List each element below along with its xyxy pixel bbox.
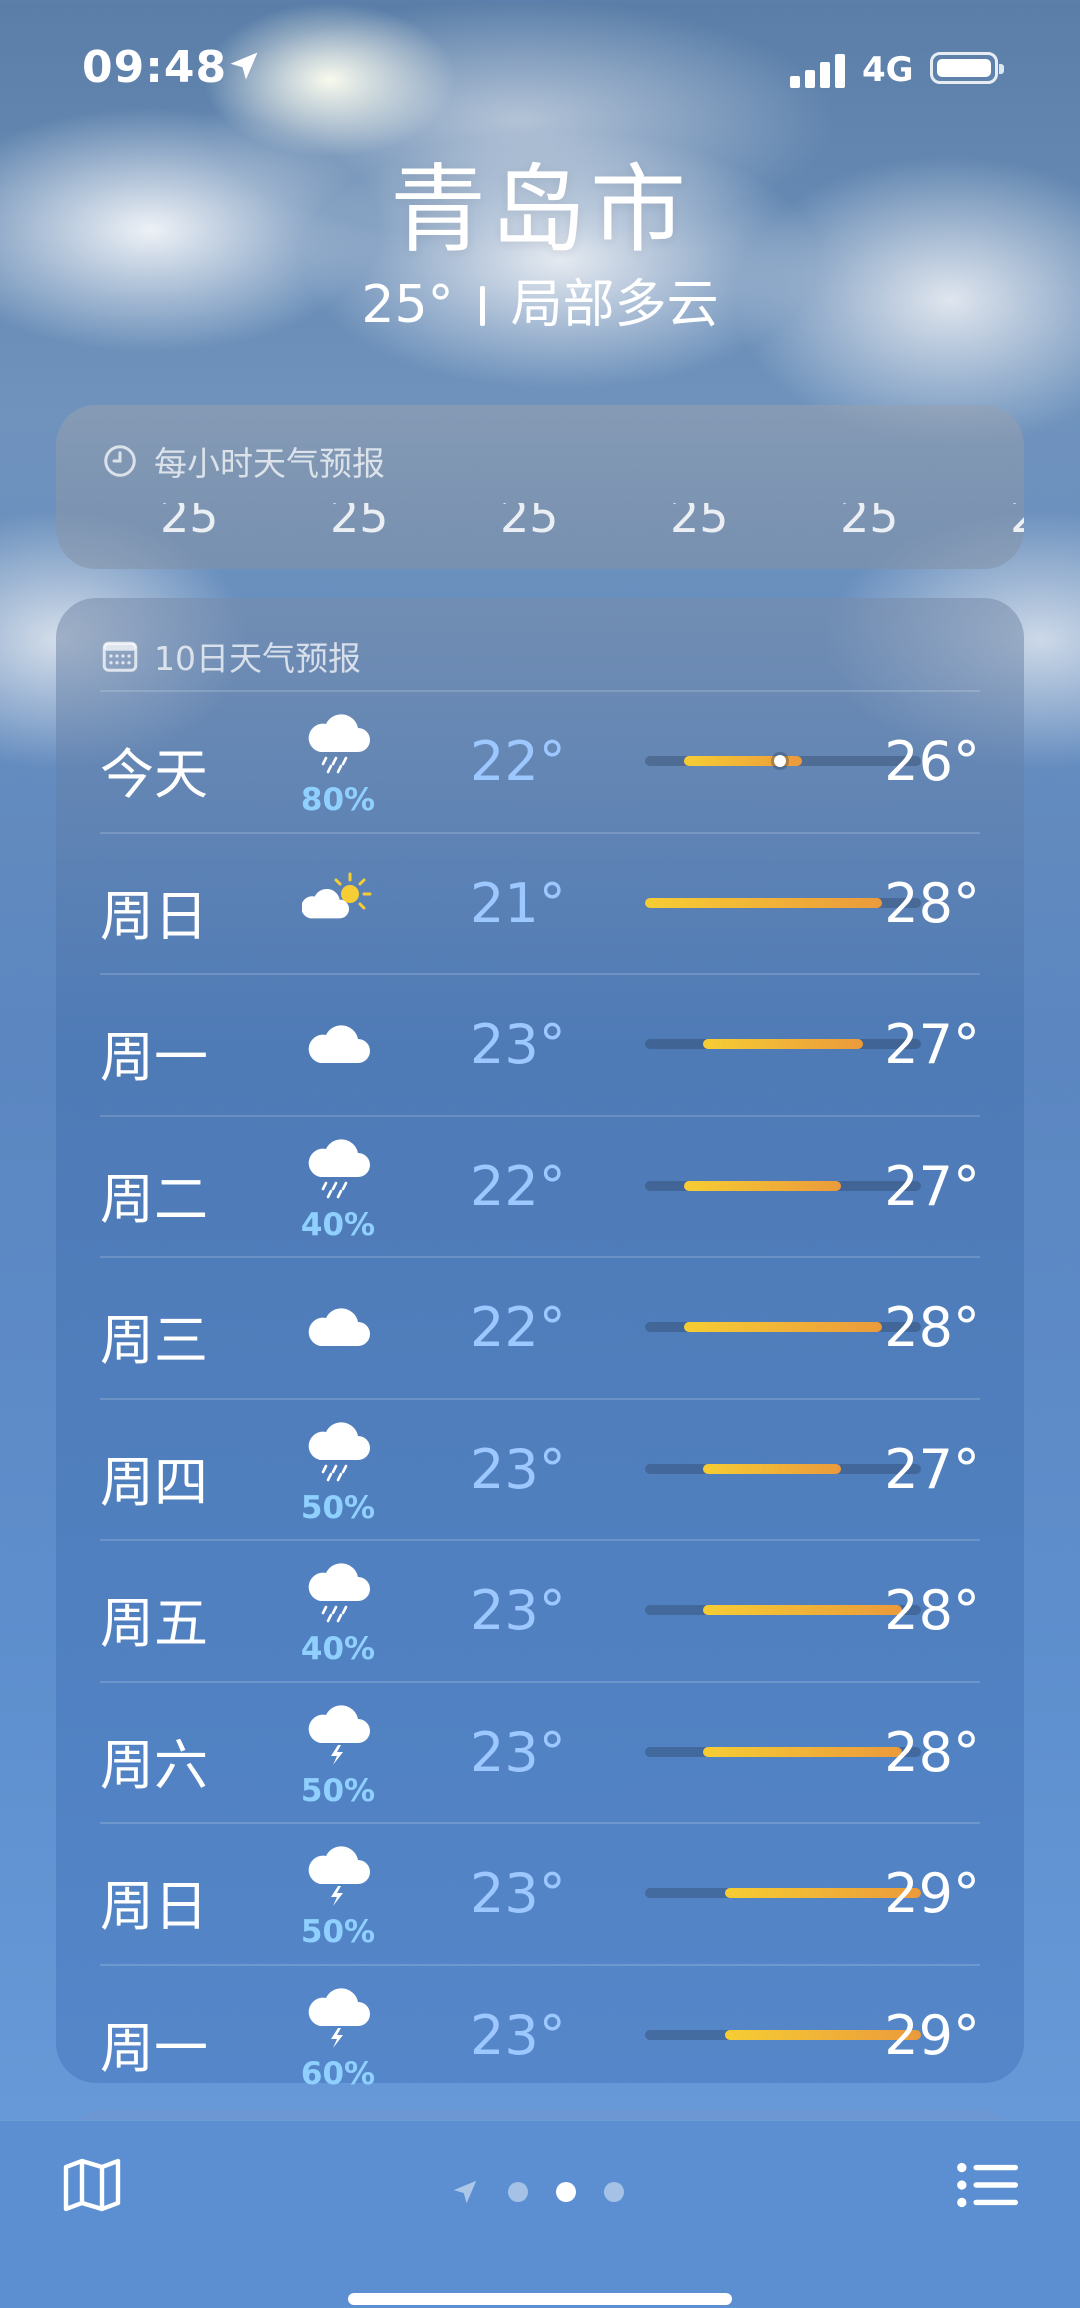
battery-icon xyxy=(930,52,1004,84)
cloud-bolt-icon xyxy=(302,1846,374,1906)
forecast-row[interactable]: 今天 80% 22° 26° xyxy=(100,690,980,832)
cloud-bolt-icon xyxy=(302,1987,374,2048)
forecast-row[interactable]: 周四 50% 23° 27° xyxy=(100,1397,980,1540)
ten-day-forecast-card[interactable]: 10日天气预报 今天 80% 22° 26° 周日 21° 28° 周一 23° 27° 周二 40%… xyxy=(56,598,1024,2092)
low-temperature: 23° xyxy=(470,1579,566,1642)
precipitation-chance: 40% xyxy=(300,1206,376,1243)
status-time: 09:48 xyxy=(82,42,228,93)
low-temperature: 23° xyxy=(470,2003,566,2067)
location-arrow-icon xyxy=(230,52,258,80)
high-temperature: 27° xyxy=(884,1013,980,1076)
calendar-icon xyxy=(102,641,138,672)
low-temperature: 22° xyxy=(470,1154,566,1218)
ten-day-forecast-title: 10日天气预报 xyxy=(102,632,361,680)
page-indicator[interactable] xyxy=(450,2177,624,2207)
hourly-temp: 25 xyxy=(160,503,219,543)
ten-day-title-text: 10日天气预报 xyxy=(154,639,361,678)
page-dot-active[interactable] xyxy=(556,2182,576,2202)
low-temperature: 23° xyxy=(470,1437,566,1501)
signal-icon xyxy=(790,52,846,88)
bottom-toolbar xyxy=(0,2120,1080,2308)
forecast-row[interactable]: 周五 40% 23° 28° xyxy=(100,1539,980,1681)
cloud-sun-icon xyxy=(301,872,374,928)
temperature-range-fill xyxy=(702,1463,841,1474)
high-temperature: 29° xyxy=(884,2003,980,2067)
low-temperature: 21° xyxy=(470,871,566,935)
list-icon[interactable] xyxy=(956,2161,1018,2209)
precipitation-chance: 50% xyxy=(300,1489,376,1526)
forecast-row[interactable]: 周一 23° 27° xyxy=(100,973,980,1115)
day-label: 周日 xyxy=(100,1875,208,1938)
forecast-row[interactable]: 周六 50% 23° 28° xyxy=(100,1680,980,1823)
hourly-forecast-title: 每小时天气预报 xyxy=(102,437,385,485)
hourly-title-text: 每小时天气预报 xyxy=(154,444,385,483)
precipitation-chance: 50% xyxy=(300,1772,376,1809)
temperature-range-fill xyxy=(683,1180,841,1191)
day-label: 周五 xyxy=(100,1592,208,1655)
low-temperature: 22° xyxy=(470,1296,566,1359)
low-temperature: 23° xyxy=(470,1862,566,1925)
day-label: 今天 xyxy=(100,743,208,806)
precipitation-chance: 60% xyxy=(300,2055,376,2092)
clock-icon xyxy=(104,445,136,477)
high-temperature: 27° xyxy=(884,1437,980,1501)
day-label: 周二 xyxy=(100,1167,208,1231)
day-label: 周一 xyxy=(100,1026,208,1089)
high-temperature: 28° xyxy=(884,1579,980,1642)
cloud-rain-icon xyxy=(302,1421,374,1481)
temperature-range-fill xyxy=(683,1322,883,1332)
cloud-icon xyxy=(302,1296,374,1352)
page-dot[interactable] xyxy=(604,2182,624,2202)
low-temperature: 22° xyxy=(470,730,566,793)
temperature-range-fill xyxy=(702,1039,864,1049)
cloud-rain-icon xyxy=(302,1138,374,1198)
forecast-row[interactable]: 周日 21° 28° xyxy=(100,831,980,974)
hourly-temps-strip: 25 25 25 25 25 25 xyxy=(100,503,1024,543)
cloud-rain-icon xyxy=(302,714,374,774)
page-dot[interactable] xyxy=(508,2182,528,2202)
location-page-icon xyxy=(453,2180,477,2204)
current-summary: 25° 局部多云 xyxy=(0,270,1080,340)
day-label: 周六 xyxy=(100,1733,208,1797)
network-type: 4G xyxy=(862,50,914,90)
city-name: 青岛市 xyxy=(390,154,690,266)
hourly-temp: 25 xyxy=(670,503,729,543)
forecast-row[interactable]: 周日 50% 23° 29° xyxy=(100,1822,980,1964)
location-header: 青岛市 25° 局部多云 xyxy=(0,150,1080,340)
hourly-temp: 25 xyxy=(330,503,389,543)
map-icon[interactable] xyxy=(62,2157,122,2213)
precipitation-chance: 50% xyxy=(300,1914,376,1950)
forecast-row[interactable]: 周三 22° 28° xyxy=(100,1256,980,1398)
day-label: 周四 xyxy=(100,1450,208,1514)
high-temperature: 26° xyxy=(884,730,980,793)
high-temperature: 27° xyxy=(884,1154,980,1218)
high-temperature: 28° xyxy=(884,1296,980,1359)
daily-rows: 今天 80% 22° 26° 周日 21° 28° 周一 23° 27° 周二 40% 22° 27° 周三… xyxy=(100,690,980,2105)
hourly-temp: 25 xyxy=(840,503,899,543)
cloud-bolt-icon xyxy=(302,1704,374,1765)
day-label: 周三 xyxy=(100,1309,208,1372)
cloud-rain-icon xyxy=(302,1563,374,1623)
forecast-row[interactable]: 周二 40% 22° 27° xyxy=(100,1114,980,1257)
separator xyxy=(479,286,485,326)
precipitation-chance: 80% xyxy=(300,782,376,818)
forecast-row[interactable]: 周一 60% 23° 29° xyxy=(100,1963,980,2106)
high-temperature: 29° xyxy=(884,1862,980,1925)
low-temperature: 23° xyxy=(470,1013,566,1076)
temperature-range-fill xyxy=(645,897,883,908)
precipitation-chance: 40% xyxy=(300,1631,376,1667)
current-condition: 局部多云 xyxy=(510,275,719,335)
day-label: 周日 xyxy=(100,884,208,948)
cloud-icon xyxy=(302,1013,374,1069)
hourly-temp: 25 xyxy=(1010,503,1024,543)
day-label: 周一 xyxy=(100,2016,208,2080)
high-temperature: 28° xyxy=(884,1720,980,1784)
current-temperature: 25° xyxy=(361,275,454,335)
home-indicator xyxy=(348,2293,732,2305)
hourly-temp: 25 xyxy=(500,503,559,543)
high-temperature: 28° xyxy=(884,871,980,935)
status-bar: 09:48 4G xyxy=(0,0,1080,140)
low-temperature: 23° xyxy=(470,1720,566,1784)
hourly-forecast-card[interactable]: 每小时天气预报 25 25 25 25 25 25 xyxy=(56,405,1024,569)
